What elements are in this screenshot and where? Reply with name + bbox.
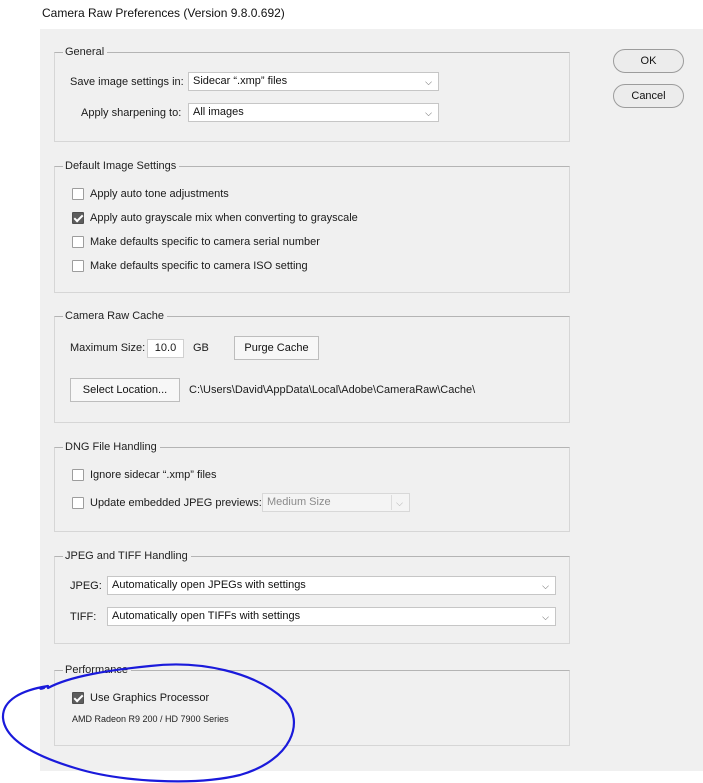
save-settings-select[interactable]: Sidecar “.xmp” files ⌵ xyxy=(188,72,439,91)
general-group: General xyxy=(54,44,570,142)
select-divider xyxy=(391,495,392,510)
sharpening-value: All images xyxy=(193,106,244,118)
ignore-sidecar-checkbox[interactable] xyxy=(72,469,84,481)
ignore-sidecar-label: Ignore sidecar “.xmp” files xyxy=(90,469,217,481)
preview-size-select[interactable]: Medium Size ⌵ xyxy=(262,493,410,512)
ok-button[interactable]: OK xyxy=(613,49,684,73)
sharpening-select[interactable]: All images ⌵ xyxy=(188,103,439,122)
chevron-down-icon: ⌵ xyxy=(425,108,432,118)
camera-raw-cache-group: Camera Raw Cache xyxy=(54,308,570,423)
jpeg-tiff-handling-legend: JPEG and TIFF Handling xyxy=(63,548,191,564)
use-gpu-checkbox[interactable] xyxy=(72,692,84,704)
dng-file-handling-legend: DNG File Handling xyxy=(63,439,160,455)
maximum-size-unit: GB xyxy=(193,342,209,354)
purge-cache-button[interactable]: Purge Cache xyxy=(234,336,319,360)
update-previews-checkbox[interactable] xyxy=(72,497,84,509)
camera-raw-cache-legend: Camera Raw Cache xyxy=(63,308,168,324)
jpeg-tiff-handling-group: JPEG and TIFF Handling xyxy=(54,548,570,644)
sharpening-label: Apply sharpening to: xyxy=(81,107,182,119)
serial-number-label: Make defaults specific to camera serial … xyxy=(90,236,320,248)
performance-legend: Performance xyxy=(63,662,131,678)
save-settings-label: Save image settings in: xyxy=(70,76,184,88)
chevron-down-icon: ⌵ xyxy=(542,612,549,622)
chevron-down-icon: ⌵ xyxy=(542,581,549,591)
jpeg-label: JPEG: xyxy=(70,580,102,592)
window-title: Camera Raw Preferences (Version 9.8.0.69… xyxy=(42,6,285,20)
tiff-label: TIFF: xyxy=(70,611,97,623)
auto-tone-label: Apply auto tone adjustments xyxy=(90,188,229,200)
general-legend: General xyxy=(63,44,108,60)
jpeg-handling-select[interactable]: Automatically open JPEGs with settings ⌵ xyxy=(107,576,556,595)
dng-file-handling-group: DNG File Handling xyxy=(54,439,570,532)
default-image-settings-legend: Default Image Settings xyxy=(63,158,180,174)
iso-setting-label: Make defaults specific to camera ISO set… xyxy=(90,260,308,272)
select-location-button[interactable]: Select Location... xyxy=(70,378,180,402)
preview-size-value: Medium Size xyxy=(267,496,331,508)
cache-location-path: C:\Users\David\AppData\Local\Adobe\Camer… xyxy=(189,384,476,396)
performance-group: Performance xyxy=(54,662,570,746)
auto-grayscale-label: Apply auto grayscale mix when converting… xyxy=(90,212,358,224)
tiff-handling-select[interactable]: Automatically open TIFFs with settings ⌵ xyxy=(107,607,556,626)
gpu-name: AMD Radeon R9 200 / HD 7900 Series xyxy=(72,714,229,724)
use-gpu-label: Use Graphics Processor xyxy=(90,692,210,704)
maximum-size-input[interactable]: 10.0 xyxy=(147,339,184,358)
serial-number-checkbox[interactable] xyxy=(72,236,84,248)
maximum-size-label: Maximum Size: xyxy=(70,342,146,354)
auto-grayscale-checkbox[interactable] xyxy=(72,212,84,224)
tiff-handling-value: Automatically open TIFFs with settings xyxy=(112,610,301,622)
iso-setting-checkbox[interactable] xyxy=(72,260,84,272)
cancel-button[interactable]: Cancel xyxy=(613,84,684,108)
chevron-down-icon: ⌵ xyxy=(396,498,403,508)
save-settings-value: Sidecar “.xmp” files xyxy=(193,75,288,87)
chevron-down-icon: ⌵ xyxy=(425,77,432,87)
jpeg-handling-value: Automatically open JPEGs with settings xyxy=(112,579,306,591)
update-previews-label: Update embedded JPEG previews: xyxy=(90,497,262,509)
auto-tone-checkbox[interactable] xyxy=(72,188,84,200)
